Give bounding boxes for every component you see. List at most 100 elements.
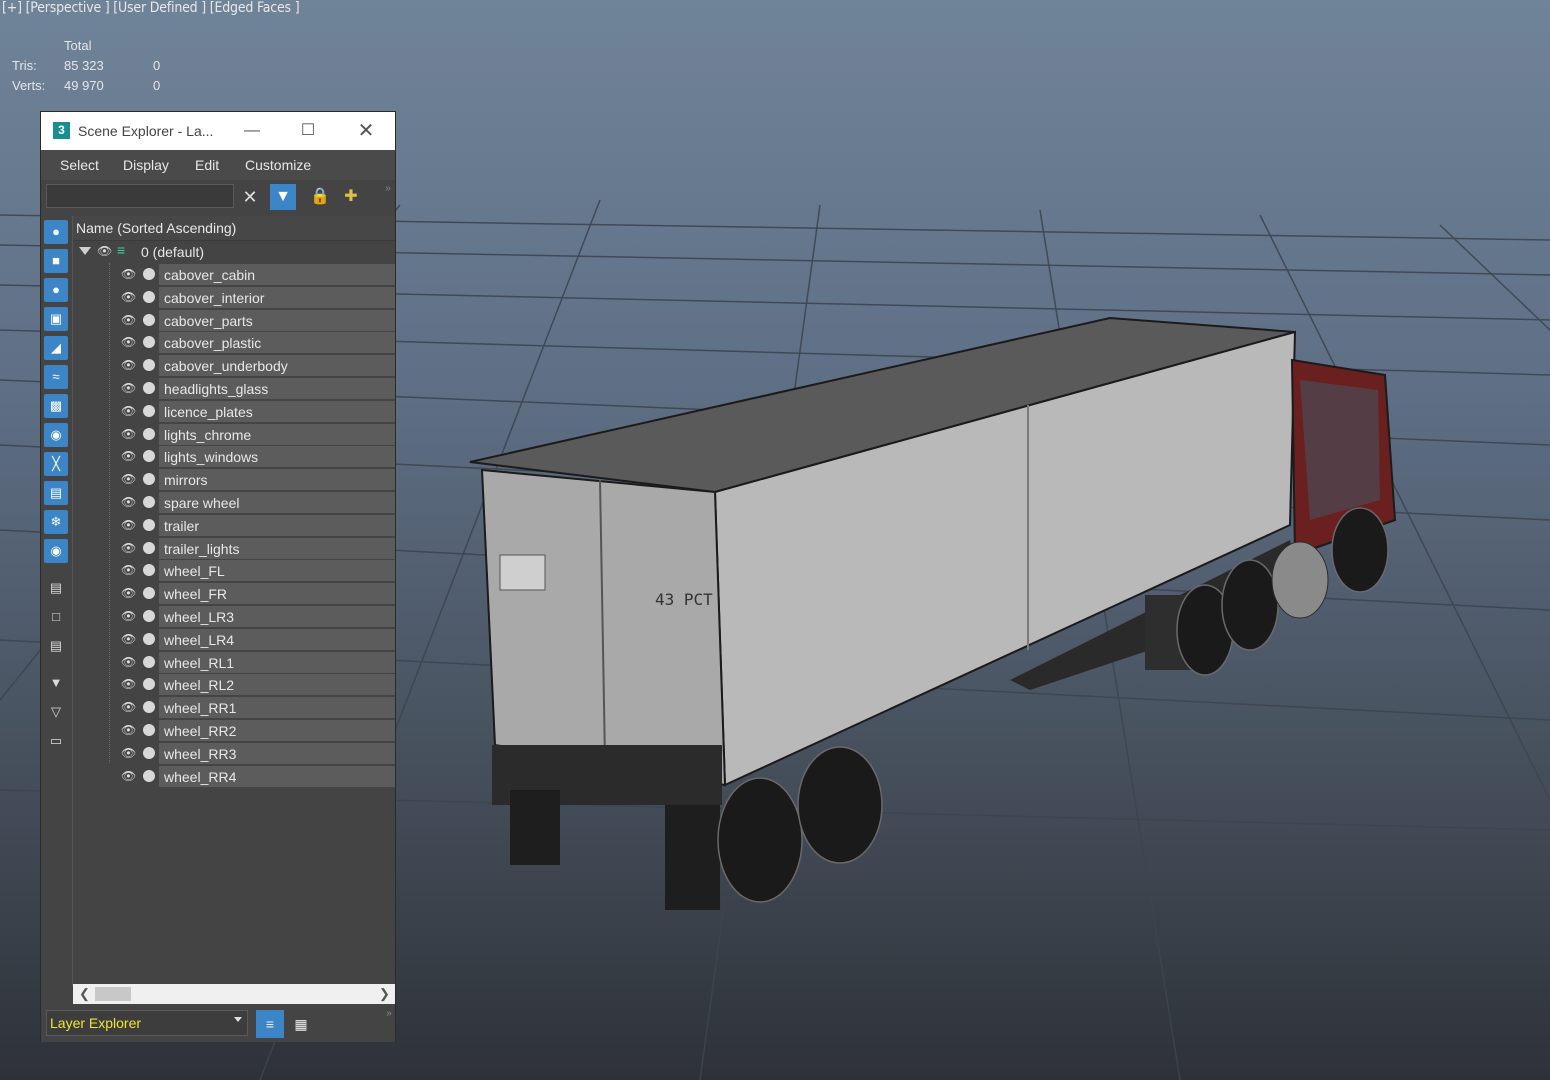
list-item[interactable]: 👁 wheel_RR3 (73, 742, 395, 765)
render-toggle-icon[interactable] (143, 564, 155, 577)
render-toggle-icon[interactable] (143, 473, 155, 486)
toolbar-overflow-icon[interactable]: » (375, 176, 401, 202)
list-item[interactable]: 👁 wheel_LR3 (73, 605, 395, 628)
render-toggle-icon[interactable] (143, 496, 155, 508)
visibility-eye-icon[interactable]: 👁 (121, 563, 136, 577)
visibility-eye-icon[interactable]: 👁 (121, 746, 136, 760)
list-item[interactable]: 👁 wheel_RL2 (73, 673, 395, 696)
visibility-eye-icon[interactable]: 👁 (121, 495, 136, 509)
render-toggle-icon[interactable] (143, 655, 155, 668)
title-bar[interactable]: 3 Scene Explorer - La... — ☐ ✕ (41, 112, 395, 150)
visibility-eye-icon[interactable]: 👁 (121, 700, 136, 714)
display-all-icon[interactable]: ▤ (44, 576, 68, 600)
list-item[interactable]: 👁 wheel_LR4 (73, 628, 395, 651)
visibility-eye-icon[interactable]: 👁 (121, 632, 136, 646)
visibility-eye-icon[interactable]: 👁 (121, 769, 136, 783)
render-toggle-icon[interactable] (143, 450, 155, 463)
layer-explorer-icon[interactable]: ≡ (256, 1010, 284, 1038)
list-item[interactable]: 👁 cabover_parts (73, 309, 395, 332)
visibility-eye-icon[interactable]: 👁 (97, 244, 112, 258)
visibility-eye-icon[interactable]: 👁 (121, 723, 136, 737)
frozen-filter-icon[interactable]: ❄ (44, 510, 68, 534)
list-item[interactable]: 👁 wheel_RR1 (73, 696, 395, 719)
render-toggle-icon[interactable] (143, 359, 155, 372)
containers-filter-icon[interactable]: ▤ (44, 481, 68, 505)
list-item[interactable]: 👁 wheel_RR4 (73, 765, 395, 788)
render-toggle-icon[interactable] (143, 701, 155, 714)
clear-search-icon[interactable]: ✕ (237, 184, 263, 210)
visibility-eye-icon[interactable]: 👁 (121, 381, 136, 395)
scene-explorer-window[interactable]: 3 Scene Explorer - La... — ☐ ✕ Select Di… (40, 111, 396, 1042)
lights-filter-icon[interactable]: ● (44, 278, 68, 302)
visibility-eye-icon[interactable]: 👁 (121, 290, 136, 304)
root-layer-row[interactable]: 👁 ≡ 0 (default) (73, 240, 395, 263)
render-toggle-icon[interactable] (143, 769, 155, 782)
scene-explorer-icon[interactable]: ▦ (287, 1010, 315, 1038)
render-toggle-icon[interactable] (143, 268, 155, 280)
spacewarps-filter-icon[interactable]: ≈ (44, 365, 68, 389)
lock-icon[interactable]: 🔒 (307, 184, 333, 210)
render-toggle-icon[interactable] (143, 518, 155, 531)
list-item[interactable]: 👁 lights_windows (73, 445, 395, 468)
layer-tree[interactable]: Name (Sorted Ascending) 👁 ≡ 0 (default) … (73, 216, 395, 986)
visibility-eye-icon[interactable]: 👁 (121, 609, 136, 623)
render-toggle-icon[interactable] (143, 404, 155, 417)
name-column-header[interactable]: Name (Sorted Ascending) (73, 216, 395, 241)
select-dependents-icon[interactable]: ▭ (44, 729, 68, 753)
list-item[interactable]: 👁 licence_plates (73, 400, 395, 423)
visibility-eye-icon[interactable]: 👁 (121, 586, 136, 600)
menu-display[interactable]: Display (123, 157, 169, 173)
expand-arrow-icon[interactable] (79, 247, 91, 255)
list-item[interactable]: 👁 wheel_FR (73, 582, 395, 605)
list-item[interactable]: 👁 cabover_underbody (73, 354, 395, 377)
visibility-eye-icon[interactable]: 👁 (121, 472, 136, 486)
invert-display-icon[interactable]: ▤ (44, 634, 68, 658)
list-item[interactable]: 👁 headlights_glass (73, 377, 395, 400)
dropdown-arrow-icon[interactable] (234, 1017, 242, 1022)
render-toggle-icon[interactable] (143, 610, 155, 622)
viewport-label[interactable]: [+] [Perspective ] [User Defined ] [Edge… (2, 0, 300, 16)
filter-settings-icon[interactable]: ▼ (44, 671, 68, 695)
visibility-eye-icon[interactable]: 👁 (121, 313, 136, 327)
horizontal-scrollbar[interactable]: ❮ ❯ (73, 984, 395, 1004)
list-item[interactable]: 👁 cabover_cabin (73, 263, 395, 286)
render-toggle-icon[interactable] (143, 541, 155, 554)
xrefs-filter-icon[interactable]: ◉ (44, 423, 68, 447)
visibility-eye-icon[interactable]: 👁 (121, 267, 136, 281)
close-button[interactable]: ✕ (353, 118, 379, 144)
render-toggle-icon[interactable] (143, 427, 155, 440)
visibility-eye-icon[interactable]: 👁 (121, 358, 136, 372)
menu-edit[interactable]: Edit (195, 157, 219, 173)
bones-filter-icon[interactable]: ╳ (44, 452, 68, 476)
cameras-filter-icon[interactable]: ▣ (44, 307, 68, 331)
add-layer-icon[interactable]: ✚ (338, 184, 364, 210)
visibility-eye-icon[interactable]: 👁 (121, 404, 136, 418)
display-none-icon[interactable]: □ (44, 605, 68, 629)
list-item[interactable]: 👁 cabover_plastic (73, 331, 395, 354)
visibility-eye-icon[interactable]: 👁 (121, 449, 136, 463)
list-item[interactable]: 👁 trailer (73, 514, 395, 537)
list-item[interactable]: 👁 trailer_lights (73, 537, 395, 560)
bottom-overflow-icon[interactable]: » (375, 1000, 403, 1028)
helpers-filter-icon[interactable]: ◢ (44, 336, 68, 360)
visibility-eye-icon[interactable]: 👁 (121, 655, 136, 669)
list-item[interactable]: 👁 spare wheel (73, 491, 395, 514)
scroll-left-icon[interactable]: ❮ (79, 986, 90, 1002)
scroll-thumb[interactable] (95, 987, 131, 1001)
list-item[interactable]: 👁 lights_chrome (73, 423, 395, 446)
minimize-button[interactable]: — (239, 118, 265, 144)
render-toggle-icon[interactable] (143, 632, 155, 645)
list-item[interactable]: 👁 wheel_RL1 (73, 651, 395, 674)
list-item[interactable]: 👁 wheel_FL (73, 559, 395, 582)
explorer-type-select[interactable]: Layer Explorer (46, 1010, 248, 1036)
render-toggle-icon[interactable] (143, 313, 155, 326)
groups-filter-icon[interactable]: ▩ (44, 394, 68, 418)
visibility-eye-icon[interactable]: 👁 (121, 677, 136, 691)
shapes-filter-icon[interactable]: ■ (44, 249, 68, 273)
render-toggle-icon[interactable] (143, 724, 155, 736)
render-toggle-icon[interactable] (143, 290, 155, 303)
filter-icon[interactable]: ▽ (44, 700, 68, 724)
visibility-eye-icon[interactable]: 👁 (121, 335, 136, 349)
list-item[interactable]: 👁 cabover_interior (73, 286, 395, 309)
maximize-button[interactable]: ☐ (295, 118, 321, 144)
